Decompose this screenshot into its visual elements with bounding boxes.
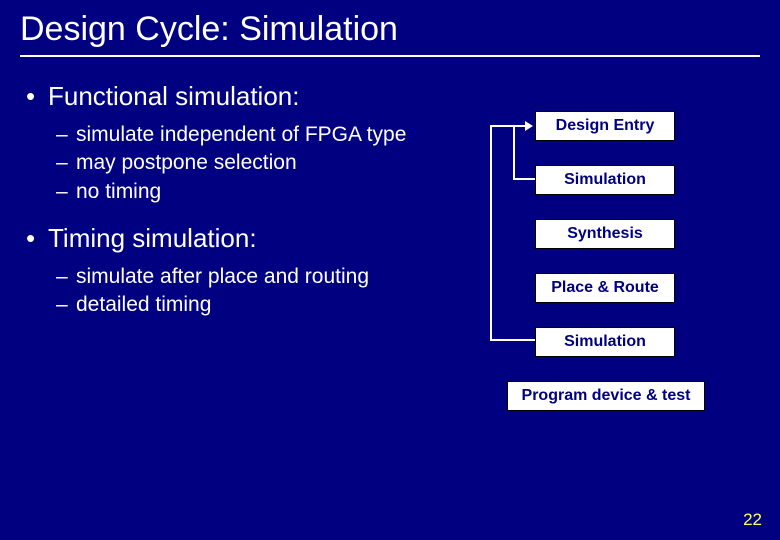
title-underline <box>20 55 760 57</box>
diagram-box-synthesis: Synthesis <box>535 219 675 249</box>
sub-item: detailed timing <box>56 292 415 318</box>
bullet-heading-functional: Functional simulation: <box>26 81 415 112</box>
sub-list-functional: simulate independent of FPGA type may po… <box>56 122 415 205</box>
diagram-box-simulation-2: Simulation <box>535 327 675 357</box>
slide-title: Design Cycle: Simulation <box>20 10 760 49</box>
diagram-box-place-route: Place & Route <box>535 273 675 303</box>
diagram-connector <box>490 125 492 341</box>
design-cycle-diagram: Design Entry Simulation Synthesis Place … <box>425 111 745 441</box>
bullet-heading-timing: Timing simulation: <box>26 223 415 254</box>
sub-item: may postpone selection <box>56 150 415 176</box>
sub-list-timing: simulate after place and routing detaile… <box>56 264 415 319</box>
diagram-connector <box>490 339 535 341</box>
sub-item: no timing <box>56 179 415 205</box>
arrow-icon <box>525 121 533 131</box>
content-row: Functional simulation: simulate independ… <box>20 81 760 441</box>
slide-container: Design Cycle: Simulation Functional simu… <box>0 0 780 540</box>
sub-item: simulate after place and routing <box>56 264 415 290</box>
sub-item: simulate independent of FPGA type <box>56 122 415 148</box>
diagram-box-simulation-1: Simulation <box>535 165 675 195</box>
text-column: Functional simulation: simulate independ… <box>20 81 415 441</box>
page-number: 22 <box>743 510 762 530</box>
diagram-connector <box>490 125 527 127</box>
diagram-column: Design Entry Simulation Synthesis Place … <box>425 81 760 441</box>
diagram-connector <box>513 178 535 180</box>
diagram-box-design-entry: Design Entry <box>535 111 675 141</box>
diagram-box-program-device: Program device & test <box>507 381 705 411</box>
diagram-connector <box>513 125 515 180</box>
